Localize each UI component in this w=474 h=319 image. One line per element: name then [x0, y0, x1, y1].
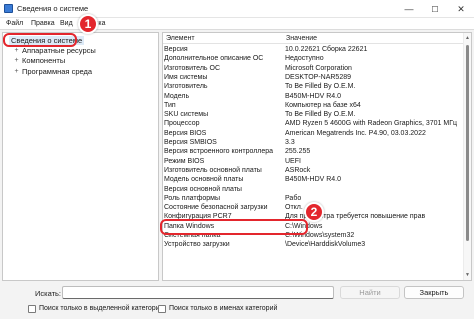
list-item[interactable]: Версия BIOS American Megatrends Inc. P4.9… [163, 129, 463, 138]
list-item-value: UEFI [285, 157, 301, 165]
list-item-key: Модель основной платы [164, 176, 244, 184]
tree-item-hardware-resources[interactable]: Аппаратные ресурсы [22, 46, 96, 55]
tree-item-software-environment[interactable]: Программная среда [22, 67, 92, 76]
list-item-key: Версия BIOS [164, 129, 207, 137]
scroll-up-arrow-icon[interactable]: ▲ [465, 35, 470, 41]
annotation-badge-1: 1 [78, 14, 98, 34]
list-item[interactable]: Устройство загрузки \Device\HarddiskVolum… [163, 240, 463, 249]
checkbox-search-category-names[interactable] [158, 305, 166, 313]
list-item-key: Версия [164, 46, 188, 53]
list-item-value: 3.3 [285, 139, 295, 146]
list-item-value: Компьютер на базе x64 [285, 101, 361, 109]
list-item[interactable]: Изготовитель ОС Microsoft Corporation [163, 64, 463, 73]
search-input[interactable] [62, 286, 334, 299]
list-item-key: Устройство загрузки [164, 241, 230, 249]
title-bar: Сведения о системе — ☐ ✕ [0, 0, 474, 18]
list-item-value: 255.255 [285, 148, 311, 156]
checkbox-search-category-names-label: Поиск только в именах категорий [169, 305, 278, 312]
list-item-value: AMD Ryzen 5 4600G with Radeon Graphics, … [285, 120, 457, 128]
list-item-value: ASRock [285, 166, 311, 174]
close-button[interactable]: Закрыть [404, 286, 464, 299]
expand-icon[interactable]: + [13, 47, 20, 54]
checkbox-search-selected-category-label: Поиск только в выделенной категории [39, 305, 164, 312]
list-item-key: SKU системы [164, 111, 209, 119]
list-item-key: Состояние безопасной загрузки [164, 204, 268, 212]
category-tree[interactable]: Сведения о системе + Аппаратные ресурсы … [2, 32, 159, 281]
scroll-thumb[interactable] [466, 45, 469, 241]
list-item-value: C:\Windows [285, 222, 323, 230]
list-item-value: American Megatrends Inc. P4.90, 03.03.20… [285, 129, 426, 137]
expand-icon[interactable]: + [13, 68, 20, 75]
list-item-key: Процессор [164, 120, 200, 128]
close-window-button[interactable]: ✕ [448, 0, 474, 18]
menu-bar: Файл Правка Вид Справка [0, 18, 474, 30]
list-item-value: B450M-HDV R4.0 [285, 92, 342, 100]
menu-file[interactable]: Файл [6, 20, 23, 27]
list-item-key: Дополнительное описание ОС [164, 55, 264, 63]
list-item-key: Версия встроенного контроллера [164, 148, 274, 156]
list-item-value: DESKTOP-NAR5289 [285, 73, 352, 81]
list-item-value: \Device\HarddiskVolume3 [285, 241, 366, 249]
list-item-key: Режим BIOS [164, 157, 205, 165]
system-info-app-icon [4, 4, 13, 13]
list-item-value: C:\Windows\system32 [285, 232, 355, 239]
menu-view[interactable]: Вид [60, 20, 73, 27]
list-item-key: Изготовитель основной платы [164, 166, 262, 174]
list-item[interactable]: SKU системы To Be Filled By O.E.M. [163, 110, 463, 119]
list-item[interactable]: Режим BIOS UEFI [163, 157, 463, 166]
list-item-value: B450M-HDV R4.0 [285, 176, 342, 184]
list-item-value: Недоступно [285, 55, 324, 63]
checkbox-search-selected-category[interactable] [28, 305, 36, 313]
list-item-key: Изготовитель [164, 83, 208, 91]
list-header: Элемент Значение [163, 33, 463, 44]
list-item[interactable]: Версия 10.0.22621 Сборка 22621 [163, 45, 463, 54]
annotation-badge-2: 2 [304, 202, 324, 222]
list-item-key: Имя системы [164, 73, 208, 81]
column-header-item[interactable]: Элемент [166, 35, 195, 42]
list-item-key: Модель [164, 92, 190, 100]
list-item[interactable]: Процессор AMD Ryzen 5 4600G with Radeon G… [163, 119, 463, 128]
list-item[interactable]: Изготовитель основной платы ASRock [163, 166, 463, 175]
list-item[interactable]: Дополнительное описание ОС Недоступно [163, 54, 463, 63]
vertical-scrollbar[interactable]: ▲ ▼ [463, 33, 471, 280]
list-item[interactable]: Имя системы DESKTOP-NAR5289 [163, 73, 463, 82]
find-button[interactable]: Найти [340, 286, 400, 299]
list-item[interactable]: Версия основной платы [163, 185, 463, 194]
list-item-key: Версия основной платы [164, 185, 242, 193]
list-item-key: Изготовитель ОС [164, 64, 220, 72]
annotation-highlight-tree [3, 33, 77, 47]
column-header-value[interactable]: Значение [286, 35, 317, 42]
details-list[interactable]: Элемент Значение Версия 10.0.22621 Сборка… [162, 32, 472, 281]
list-item-value: Microsoft Corporation [285, 64, 352, 72]
list-item[interactable]: Версия SMBIOS 3.3 [163, 138, 463, 147]
maximize-button[interactable]: ☐ [422, 0, 448, 18]
list-item-value: 10.0.22621 Сборка 22621 [285, 46, 368, 53]
annotation-highlight-row [160, 219, 308, 235]
menu-edit[interactable]: Правка [31, 20, 55, 27]
list-item-key: Роль платформы [164, 194, 220, 202]
list-item[interactable]: Тип Компьютер на базе x64 [163, 101, 463, 110]
list-item-key: Тип [164, 101, 176, 109]
tree-item-components[interactable]: Компоненты [22, 56, 65, 65]
window-title: Сведения о системе [17, 4, 89, 13]
list-item-value: To Be Filled By O.E.M. [285, 83, 356, 91]
scroll-down-arrow-icon[interactable]: ▼ [465, 272, 470, 278]
expand-icon[interactable]: + [13, 57, 20, 64]
search-panel: Искать: Найти Закрыть Поиск только в выд… [0, 283, 474, 319]
list-item-value: To Be Filled By O.E.M. [285, 111, 356, 119]
list-item[interactable]: Модель B450M-HDV R4.0 [163, 92, 463, 101]
system-info-window: Сведения о системе — ☐ ✕ Файл Правка Вид… [0, 0, 474, 319]
list-item-key: Версия SMBIOS [164, 139, 217, 146]
list-item[interactable]: Версия встроенного контроллера 255.255 [163, 147, 463, 156]
search-label: Искать: [35, 289, 62, 298]
list-item[interactable]: Изготовитель To Be Filled By O.E.M. [163, 82, 463, 91]
list-item[interactable]: Модель основной платы B450M-HDV R4.0 [163, 175, 463, 184]
minimize-button[interactable]: — [396, 0, 422, 18]
